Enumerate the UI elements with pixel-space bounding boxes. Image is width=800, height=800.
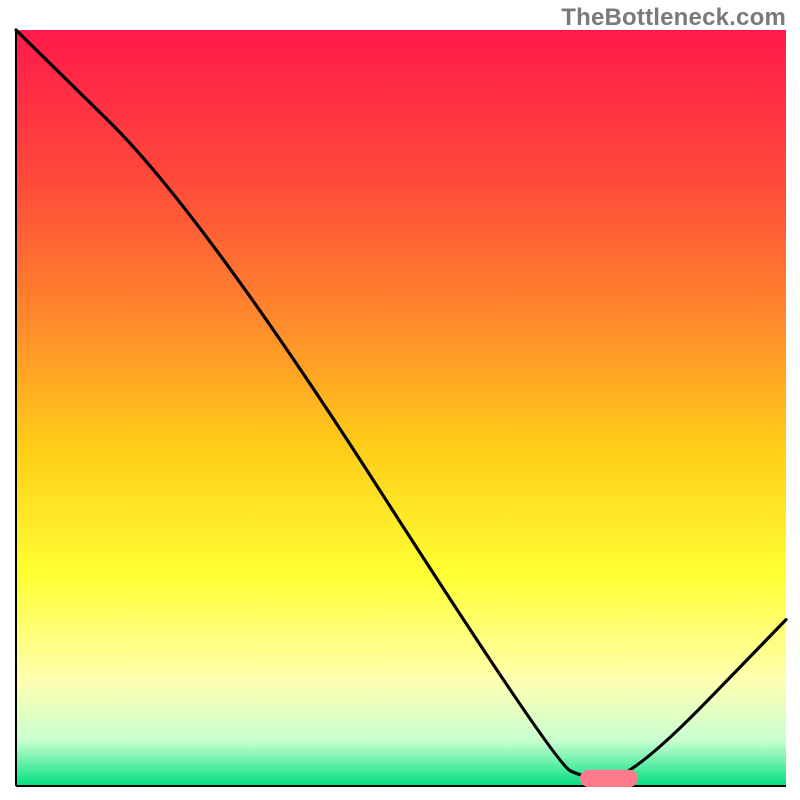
optimal-marker: [580, 770, 638, 787]
chart-container: TheBottleneck.com: [0, 0, 800, 800]
watermark-label: TheBottleneck.com: [561, 4, 786, 32]
bottleneck-chart: [0, 0, 800, 800]
